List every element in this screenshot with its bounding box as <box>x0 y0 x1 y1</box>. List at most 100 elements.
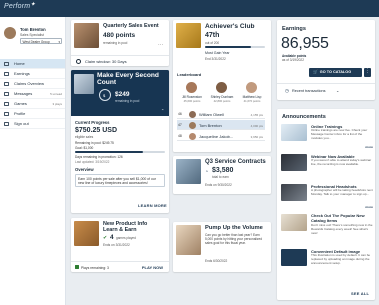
q3-card[interactable]: Q3 Service Contracts ◔ $3,580 total to e… <box>173 156 271 194</box>
group-select[interactable]: West Dealer Group ▾ <box>20 38 62 44</box>
games-played-sub: games played <box>116 236 136 240</box>
sales-event-card[interactable]: Quarterly Sales Event 480 points remaini… <box>71 20 169 66</box>
messages-badge: 5 unread <box>50 92 62 96</box>
leaderboard-row[interactable]: 46 William Olwell 4,155 pts <box>177 109 265 119</box>
sales-event-image <box>74 23 99 48</box>
card-title: Quarterly Sales Event <box>103 23 159 29</box>
sidebar-item-label: Earnings <box>14 71 30 76</box>
catalog-image <box>281 214 307 231</box>
row-name: William Olwell <box>199 112 224 117</box>
home-icon <box>4 62 9 66</box>
overview-title: Overview <box>75 167 94 172</box>
top-bar: Perform✦ <box>0 0 379 17</box>
webinar-image <box>281 154 307 171</box>
end-date: End 3/31/2022 <box>205 57 226 61</box>
rank-sub: out of 200 <box>205 41 220 45</box>
period-tabs[interactable]: Most Gain Year <box>205 51 230 55</box>
rank-bar <box>205 46 265 48</box>
announcement-title: Check Out The Popular New Catalog Items <box>311 213 365 223</box>
sidebar: Tom Brenton Sales Specialist West Dealer… <box>0 17 66 305</box>
chevron-down-icon: ▾ <box>58 39 60 44</box>
promo-banner: Make Every Second Count $ $249 remaining… <box>71 70 169 116</box>
user-name: Tom Brenton <box>20 27 46 32</box>
mail-icon <box>4 92 9 96</box>
cart-icon: 🛒 <box>313 70 318 74</box>
clock-icon: ◷ <box>285 88 289 93</box>
recent-transactions-link[interactable]: Recent transactions <box>292 89 326 93</box>
card-title: Q3 Service Contracts <box>205 159 266 165</box>
dollar-icon: $ <box>103 92 106 98</box>
user-role: Sales Specialist <box>20 33 44 37</box>
avatar <box>186 82 197 93</box>
points-value: 480 points <box>103 32 136 39</box>
sidebar-item-claims[interactable]: Claims Overview <box>0 79 65 89</box>
sidebar-item-label: Sign out <box>14 121 29 126</box>
podium-points: 45,600 points <box>183 99 201 103</box>
sidebar-item-label: Home <box>14 61 25 66</box>
announcement-item[interactable]: Professional Headshots A photographer wi… <box>281 184 373 212</box>
chevron-down-icon[interactable]: ⌄ <box>336 88 339 93</box>
podium-points: 41,670 points <box>243 99 261 103</box>
avatar <box>216 82 227 93</box>
pump-up-image <box>176 225 201 255</box>
game-icon <box>75 265 79 269</box>
sidebar-item-games[interactable]: Games 3 plays <box>0 99 65 109</box>
announcement-item[interactable]: Convenient Default image This illustrati… <box>281 249 373 277</box>
more-options-icon[interactable]: ⋮ <box>364 68 371 77</box>
card-title: Achiever's Club <box>205 23 255 30</box>
announcement-more-link[interactable]: more <box>365 205 373 209</box>
product-image <box>74 221 99 246</box>
announcement-item[interactable]: Online Trainings Online trainings are no… <box>281 124 373 152</box>
sidebar-item-home[interactable]: Home <box>0 59 65 69</box>
clipboard-icon <box>4 82 9 86</box>
side-nav: Home Earnings Claims Overview Messages 5… <box>0 59 65 129</box>
announcement-item[interactable]: Webinar Now Available If you weren't abl… <box>281 154 373 182</box>
avatar[interactable] <box>4 27 16 39</box>
avatar <box>246 82 257 93</box>
achiever-card[interactable]: Achiever's Club 47th out of 200 Most Gai… <box>173 20 271 152</box>
progress-money: $750.25 USD <box>75 127 118 134</box>
leaderboard-row-current-user[interactable]: 47 Tom Brenton 4,090 pts <box>177 120 265 130</box>
games-badge: 3 plays <box>52 102 62 106</box>
sidebar-item-signout[interactable]: Sign out <box>0 119 65 129</box>
claim-window-row: Claim window: 30 Days <box>71 55 169 66</box>
play-now-button[interactable]: PLAY NOW <box>142 265 163 270</box>
earnings-title: Earnings <box>282 26 306 32</box>
avatar <box>189 132 196 140</box>
user-profile: Tom Brenton Sales Specialist West Dealer… <box>4 27 64 53</box>
pump-up-body: Can you go better than last year? Earn 5… <box>205 233 263 245</box>
promo-title-line2: Count <box>97 79 117 86</box>
pump-up-card[interactable]: Pump Up the Volume Can you go better tha… <box>173 222 271 272</box>
go-to-catalog-button[interactable]: 🛒 GO TO CATALOG <box>309 68 362 77</box>
days-remaining-text: Days remaining in promotion: 126 <box>75 155 123 159</box>
wallet-icon <box>4 72 9 76</box>
logo[interactable]: Perform✦ <box>4 2 36 10</box>
q3-date: Ends on 9/30/2022 <box>205 183 232 187</box>
every-second-card[interactable]: Make Every Second Count $ $249 remaining… <box>71 70 169 213</box>
remaining-text: Remaining in pool: $249.75 <box>75 141 114 145</box>
learn-more-button[interactable]: LEARN MORE <box>138 203 167 208</box>
trophy-image <box>176 23 201 48</box>
see-all-button[interactable]: SEE ALL <box>351 291 369 296</box>
plays-remaining: Plays remaining: 3 <box>81 265 109 270</box>
more-options-icon[interactable]: ··· <box>158 42 164 48</box>
divider <box>277 83 375 84</box>
sidebar-item-earnings[interactable]: Earnings <box>0 69 65 79</box>
play-row: Plays remaining: 3 PLAY NOW <box>71 261 169 272</box>
progress-bar <box>75 151 165 153</box>
podium-points: 42,800 points <box>213 99 231 103</box>
sign-out-icon <box>4 122 9 126</box>
progress-bar-fill <box>75 151 143 153</box>
row-points: 4,155 pts <box>250 112 263 117</box>
announcement-more-link[interactable]: more <box>365 145 373 149</box>
row-name: Tom Brenton <box>199 123 222 128</box>
q3-value-sub: total to earn <box>212 175 229 179</box>
announcement-item[interactable]: Check Out The Popular New Catalog Items … <box>281 213 373 242</box>
leaderboard-row[interactable]: 48 Jacqueline Jakob... 3,950 pts <box>177 131 265 141</box>
sidebar-item-profile[interactable]: Profile <box>0 109 65 119</box>
chevron-up-icon[interactable]: ⌃ <box>161 108 164 113</box>
row-name: Jacqueline Jakob... <box>199 134 234 139</box>
sidebar-item-messages[interactable]: Messages 5 unread <box>0 89 65 99</box>
logo-text: Perform <box>4 3 31 10</box>
product-info-card[interactable]: New Product Info Learn & Earn ✔ 4 games … <box>71 218 169 272</box>
